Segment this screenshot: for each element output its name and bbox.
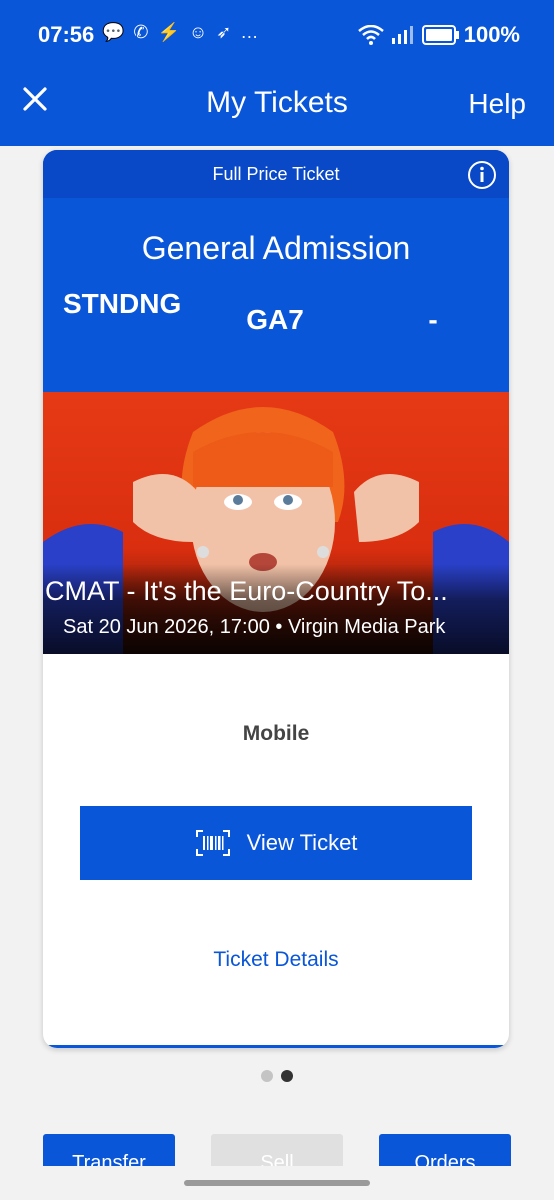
section-value: STNDNG (63, 288, 182, 319)
status-right: 100% (357, 22, 520, 48)
ticket-type: Full Price Ticket (212, 164, 340, 184)
ticket-details-link[interactable]: Ticket Details (43, 948, 509, 972)
view-ticket-button[interactable]: View Ticket (80, 806, 472, 880)
row-value: GA7 (246, 304, 304, 335)
card-bottom-line (43, 1045, 509, 1048)
pager-dot-active[interactable] (281, 1070, 293, 1082)
battery-percent: 100% (463, 22, 520, 47)
notification-icons: 💬 ✆ ⚡ ☺ ➶ … (102, 22, 261, 42)
barcode-icon (195, 830, 230, 856)
pager-dot[interactable] (261, 1070, 273, 1082)
seat-value: - (428, 304, 438, 335)
status-bar: 07:56 💬 ✆ ⚡ ☺ ➶ … 100% (0, 0, 554, 64)
battery-icon (421, 25, 459, 45)
app-header: My Tickets Help (0, 64, 554, 146)
delivery-method: Mobile (242, 722, 310, 745)
status-time: 07:56 (38, 22, 95, 47)
ticket-card: Full Price Ticket General Admission STND… (43, 150, 509, 1048)
wifi-icon (357, 25, 384, 45)
signal-icon (391, 26, 413, 44)
event-date-venue: Sat 20 Jun 2026, 17:00 • Virgin Media Pa… (63, 616, 446, 638)
view-ticket-label: View Ticket (246, 830, 358, 855)
info-icon[interactable] (467, 160, 497, 190)
ticket-type-bar: Full Price Ticket (43, 150, 509, 198)
event-name: CMAT - It's the Euro-Country To... (45, 576, 448, 606)
home-indicator[interactable] (184, 1180, 370, 1186)
event-image: CMAT - It's the Euro-Country To... Sat 2… (43, 392, 509, 654)
help-button[interactable]: Help (468, 88, 526, 120)
pager-dots (261, 1070, 293, 1082)
admission-title: General Admission (141, 230, 411, 266)
ticket-header: Full Price Ticket General Admission STND… (43, 150, 509, 392)
